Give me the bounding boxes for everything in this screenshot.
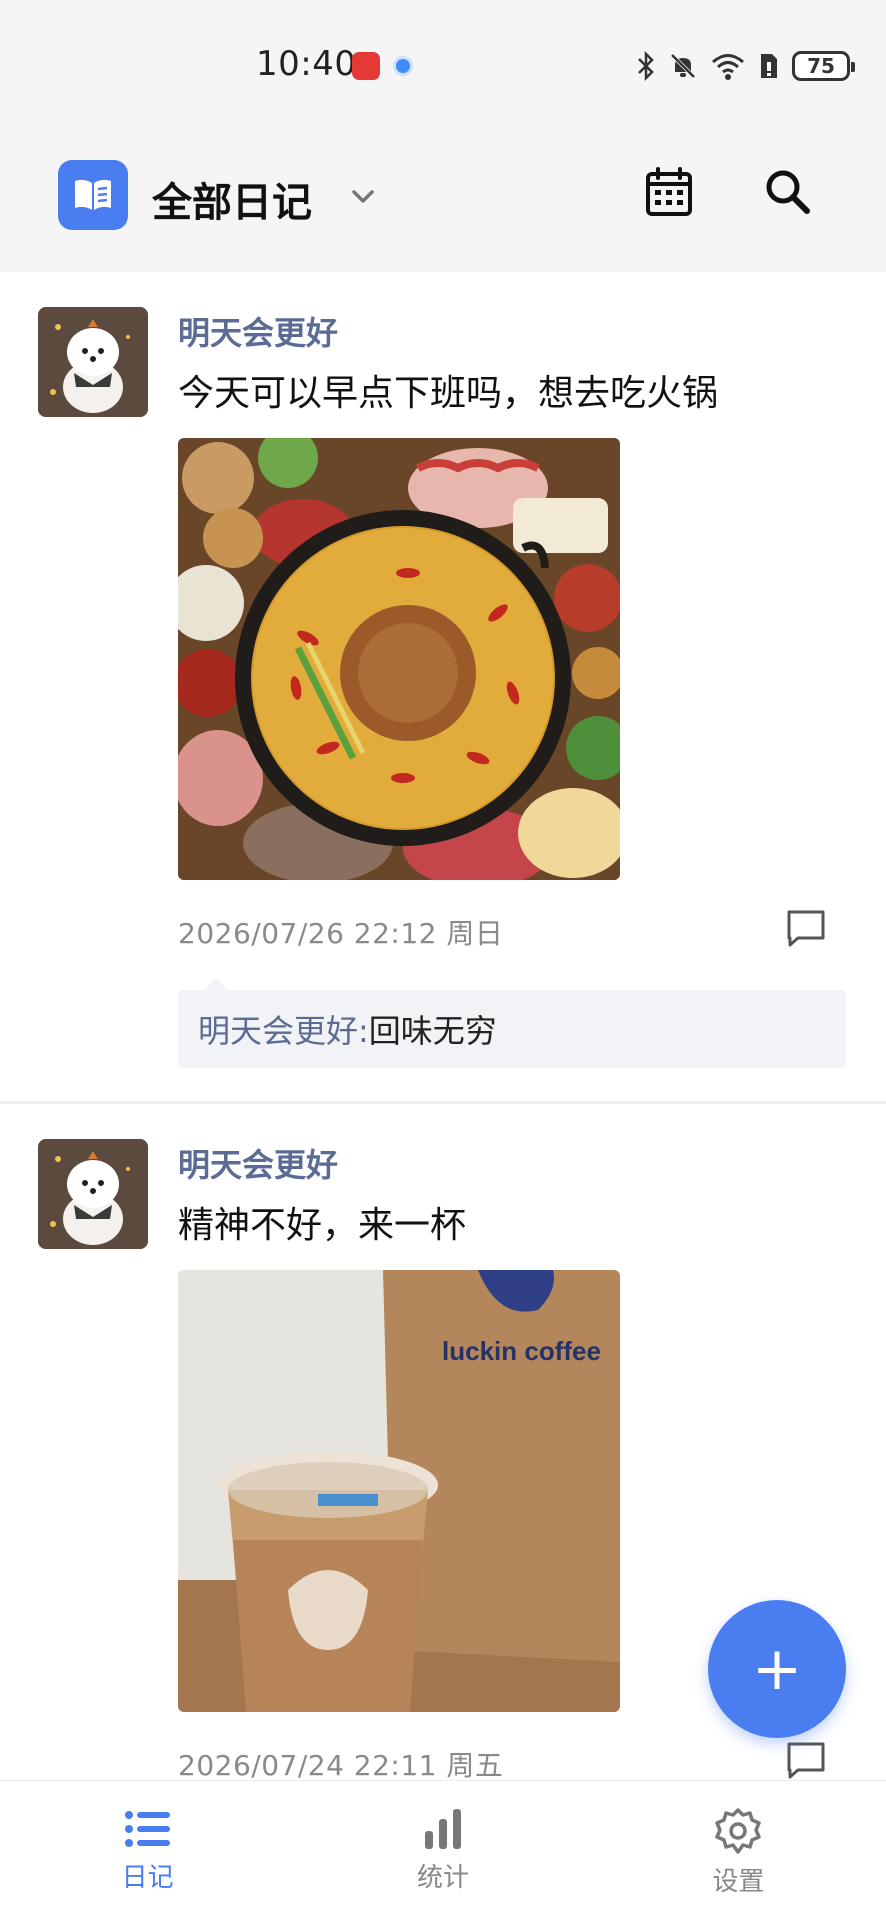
chevron-down-icon[interactable] — [348, 182, 378, 212]
app-header: 全部日记 — [0, 130, 886, 272]
entry-author[interactable]: 明天会更好 — [178, 308, 338, 354]
bluetooth-icon — [638, 51, 654, 81]
sim-icon — [761, 54, 777, 78]
diary-entry[interactable]: 明天会更好 今天可以早点下班吗，想去吃火锅 2026/07/26 22:12 周… — [0, 272, 886, 1104]
luckin-coffee-photo[interactable]: luckin coffee — [178, 1270, 620, 1712]
bottom-nav: 日记 统计 设置 — [0, 1780, 886, 1920]
status-bar: 10:40 75 — [0, 0, 886, 130]
bell-off-icon — [670, 53, 696, 79]
status-time: 10:40 — [256, 44, 357, 84]
diary-feed[interactable]: 明天会更好 今天可以早点下班吗，想去吃火锅 2026/07/26 22:12 周… — [0, 272, 886, 1780]
add-entry-button[interactable]: + — [708, 1600, 846, 1738]
huawei-app-icon — [352, 52, 380, 80]
entry-timestamp: 2026/07/24 22:11 周五 — [178, 1749, 504, 1780]
comment-author[interactable]: 明天会更好: — [198, 1006, 369, 1052]
diary-book-icon[interactable] — [58, 160, 128, 230]
search-icon[interactable] — [762, 166, 814, 218]
entry-author[interactable]: 明天会更好 — [178, 1140, 338, 1186]
tab-diary[interactable]: 日记 — [0, 1781, 295, 1920]
page-title[interactable]: 全部日记 — [152, 170, 312, 228]
avatar[interactable] — [38, 1139, 148, 1249]
calendar-icon[interactable] — [644, 166, 694, 218]
bar-chart-icon — [424, 1809, 461, 1849]
entry-timestamp: 2026/07/26 22:12 周日 — [178, 917, 504, 950]
tab-stats[interactable]: 统计 — [295, 1781, 590, 1920]
status-icons: 75 — [636, 48, 855, 84]
tab-diary-label: 日记 — [121, 1863, 174, 1893]
comment-text: 回味无穷 — [368, 1012, 497, 1050]
battery-icon: 75 — [792, 51, 855, 81]
hotpot-photo[interactable] — [178, 438, 620, 880]
browser-icon — [393, 56, 413, 76]
entry-content: 今天可以早点下班吗，想去吃火锅 — [178, 373, 719, 414]
list-icon — [124, 1811, 170, 1847]
tab-settings[interactable]: 设置 — [591, 1781, 886, 1920]
comment-icon[interactable] — [784, 906, 828, 950]
tab-settings-label: 设置 — [712, 1867, 765, 1897]
bag-logo-text: luckin coffee — [442, 1336, 601, 1366]
entry-content: 精神不好，来一杯 — [178, 1205, 467, 1246]
gear-icon — [715, 1808, 762, 1854]
avatar[interactable] — [38, 307, 148, 417]
comment-icon[interactable] — [784, 1738, 828, 1780]
comment[interactable]: 明天会更好: 回味无穷 — [178, 978, 846, 1068]
tab-stats-label: 统计 — [416, 1863, 469, 1893]
wifi-icon — [712, 54, 744, 80]
